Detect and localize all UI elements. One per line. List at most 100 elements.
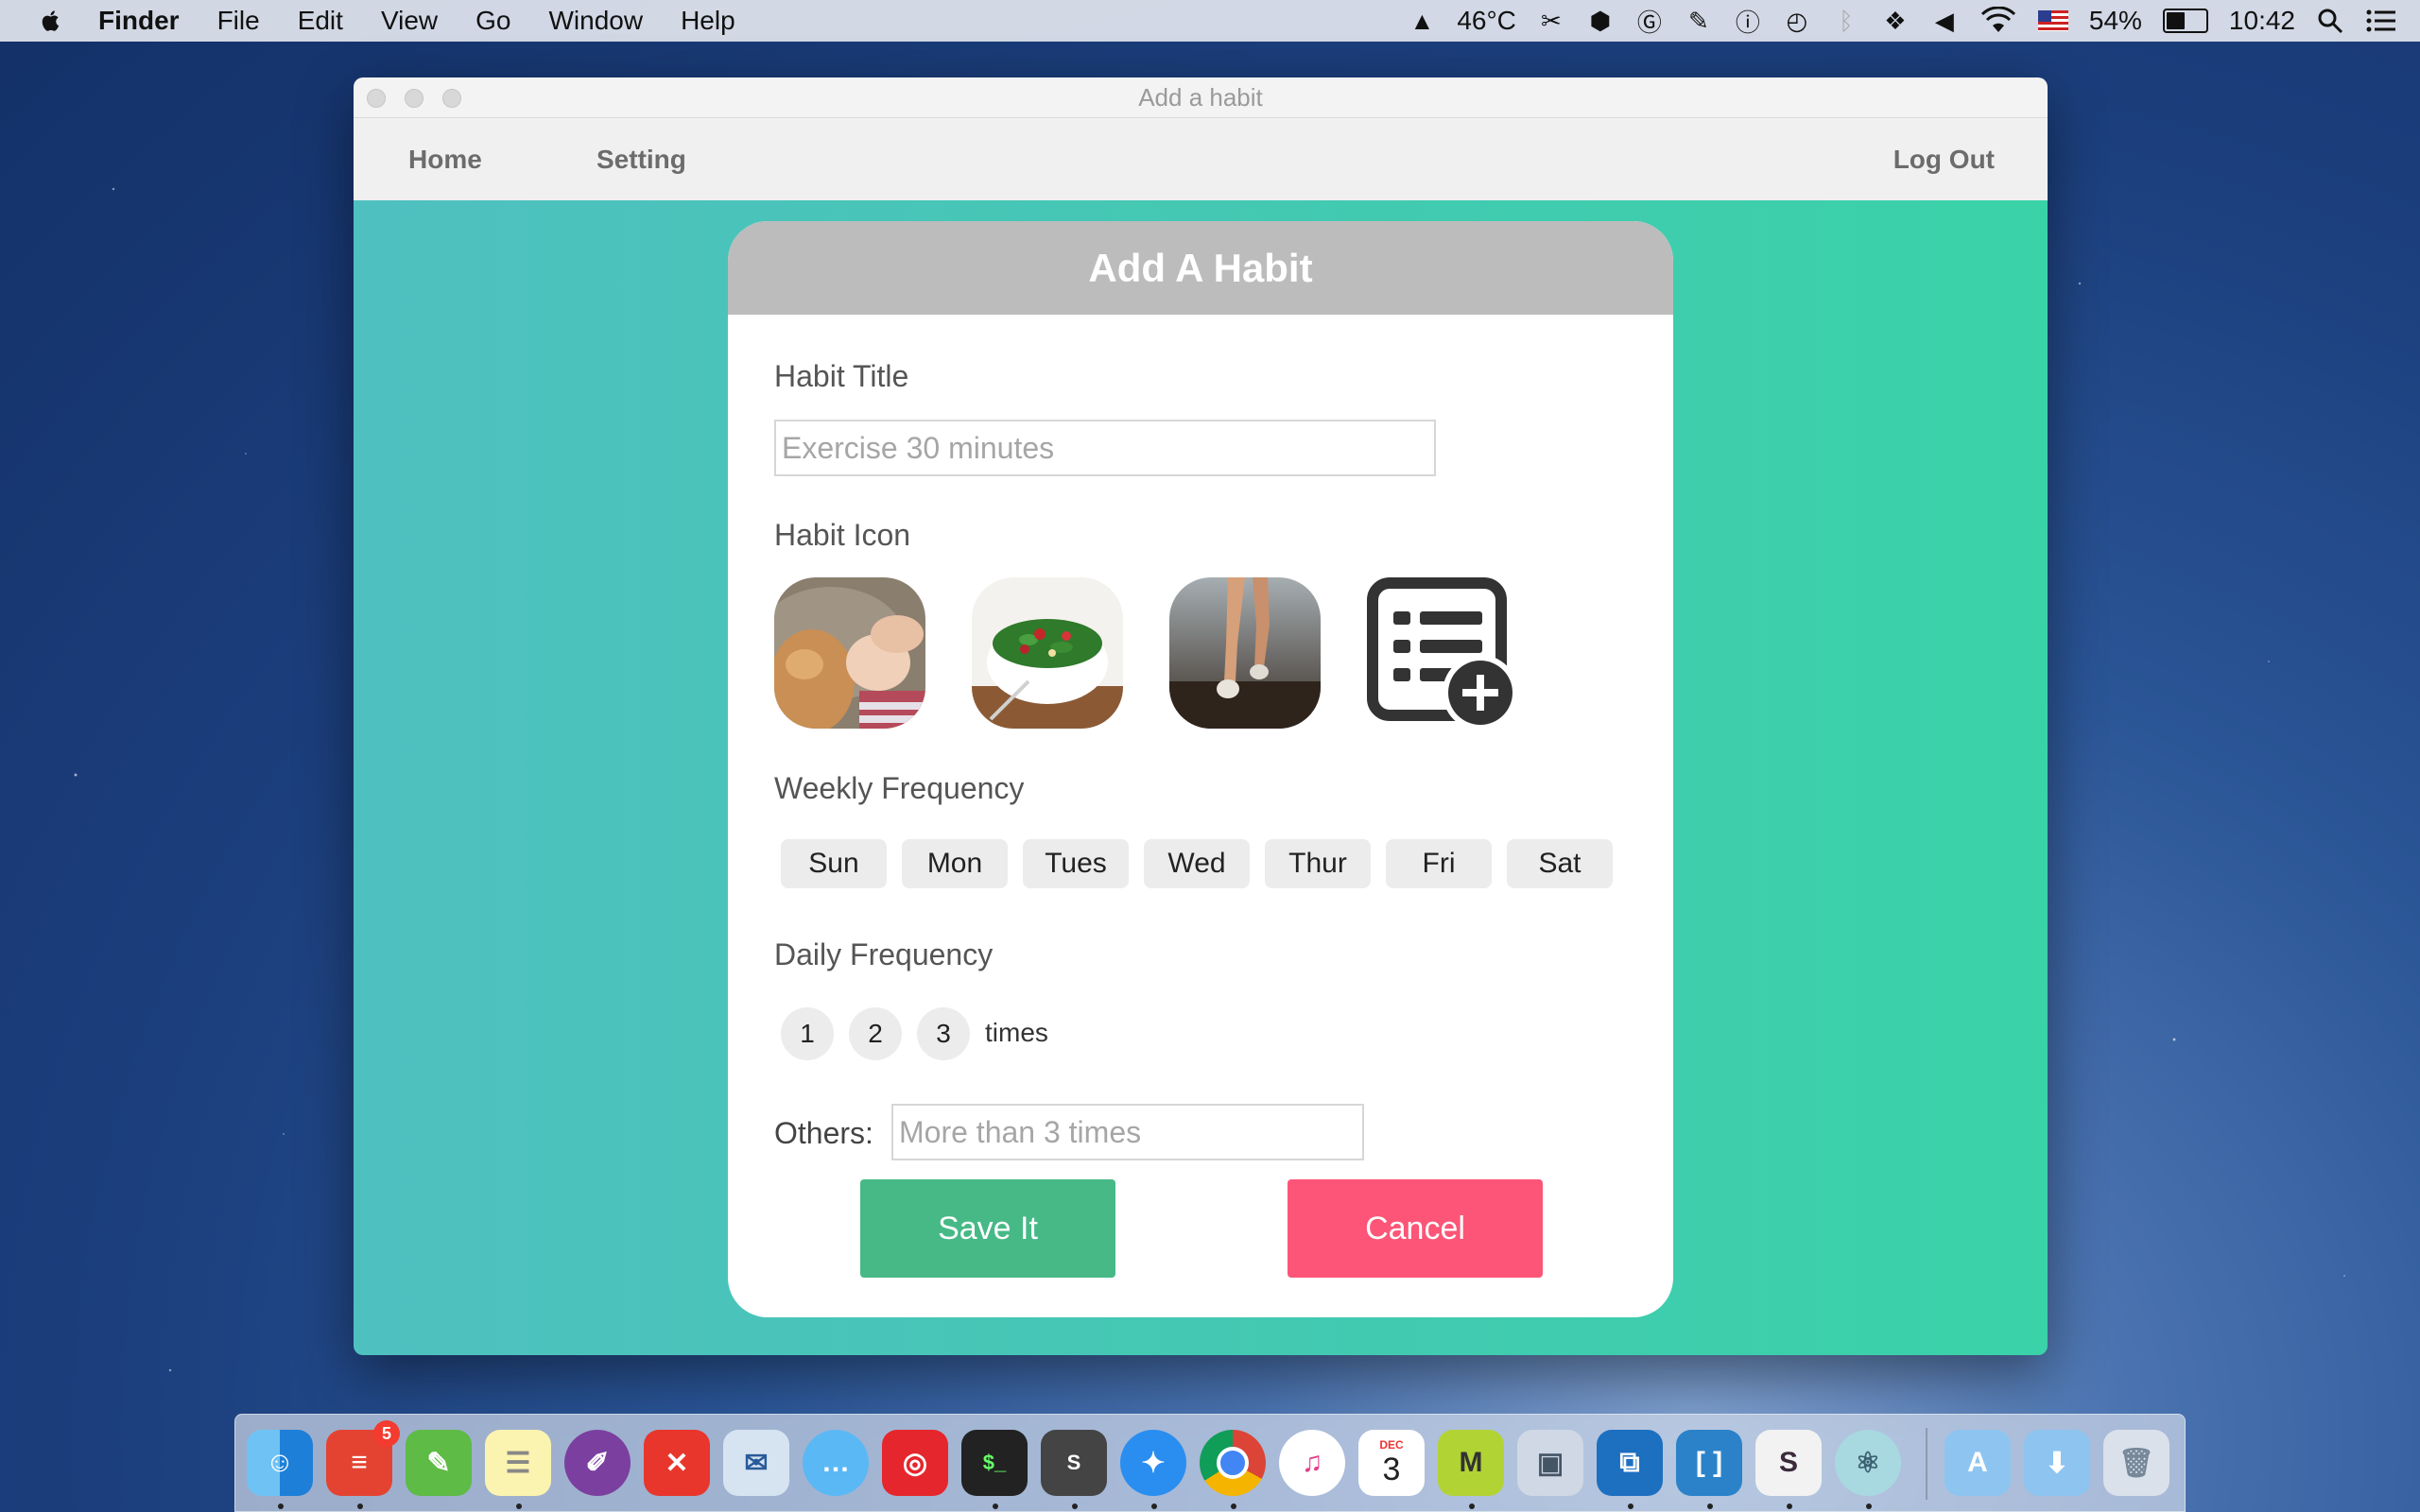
running-indicator bbox=[1707, 1503, 1713, 1509]
atom-icon[interactable]: ⚛ bbox=[1835, 1430, 1901, 1496]
bluetooth-icon[interactable]: ᛒ bbox=[1832, 7, 1860, 35]
minimize-window-button[interactable] bbox=[405, 89, 424, 108]
menu-bar: Finder File Edit View Go Window Help ▲ 4… bbox=[0, 0, 2420, 42]
trash-icon[interactable]: 🗑 bbox=[2103, 1430, 2169, 1496]
running-indicator bbox=[1469, 1503, 1475, 1509]
habit-title-input[interactable] bbox=[774, 420, 1436, 476]
info-icon[interactable]: ⓘ bbox=[1734, 7, 1762, 37]
save-button[interactable]: Save It bbox=[860, 1179, 1115, 1278]
cat-baby-photo-icon[interactable] bbox=[774, 577, 925, 729]
running-indicator bbox=[1866, 1503, 1872, 1509]
running-indicator bbox=[1151, 1503, 1157, 1509]
todoist-icon[interactable]: ≡ 5 bbox=[326, 1420, 400, 1496]
dropbox-icon[interactable]: ❖ bbox=[1881, 7, 1910, 35]
cancel-button[interactable]: Cancel bbox=[1288, 1179, 1543, 1278]
search-icon[interactable] bbox=[2316, 7, 2344, 35]
time-machine-icon[interactable]: ◴ bbox=[1783, 7, 1811, 35]
volume-icon[interactable]: ◀ bbox=[1930, 7, 1959, 35]
count-3[interactable]: 3 bbox=[917, 1007, 970, 1060]
running-indicator bbox=[1072, 1503, 1078, 1509]
title-bar[interactable]: Add a habit bbox=[354, 77, 2048, 118]
list-icon[interactable] bbox=[2365, 7, 2397, 35]
safari-icon[interactable]: ✦ bbox=[1120, 1430, 1186, 1496]
wifi-icon[interactable] bbox=[1979, 7, 2017, 35]
finder-icon[interactable]: ☺ bbox=[247, 1430, 313, 1496]
add-habit-card: Add A Habit Habit Title Habit Icon bbox=[728, 221, 1673, 1317]
mail-icon[interactable]: ✉ bbox=[723, 1430, 789, 1496]
onenote-icon[interactable]: ✐ bbox=[564, 1430, 631, 1496]
evernote-icon[interactable]: ✎ bbox=[1685, 7, 1713, 35]
mindnode-icon[interactable]: M bbox=[1438, 1430, 1504, 1496]
nav-bar: Home Setting Log Out bbox=[354, 118, 2048, 201]
card-title: Add A Habit bbox=[728, 221, 1673, 315]
times-label: times bbox=[985, 1018, 1048, 1047]
habit-title-label: Habit Title bbox=[774, 359, 909, 393]
menu-file[interactable]: File bbox=[217, 6, 260, 36]
running-legs-photo-icon[interactable] bbox=[1169, 577, 1321, 729]
count-2[interactable]: 2 bbox=[849, 1007, 902, 1060]
nav-logout[interactable]: Log Out bbox=[1893, 118, 1995, 200]
apple-icon[interactable] bbox=[38, 8, 64, 34]
applications-folder-icon[interactable]: A bbox=[1945, 1430, 2011, 1496]
notes-icon[interactable]: ☰ bbox=[485, 1430, 551, 1496]
slack-icon[interactable]: S bbox=[1755, 1430, 1822, 1496]
daily-frequency-label: Daily Frequency bbox=[774, 937, 994, 971]
us-flag-icon[interactable] bbox=[2037, 10, 2068, 31]
chrome-icon[interactable] bbox=[1200, 1430, 1266, 1496]
itunes-icon[interactable]: ♫ bbox=[1279, 1430, 1345, 1496]
close-window-button[interactable] bbox=[367, 89, 386, 108]
day-sun[interactable]: Sun bbox=[781, 839, 887, 888]
day-fri[interactable]: Fri bbox=[1386, 839, 1492, 888]
zoom-window-button[interactable] bbox=[442, 89, 461, 108]
todoist-badge: 5 bbox=[373, 1420, 400, 1447]
menu-app-name[interactable]: Finder bbox=[98, 6, 180, 36]
brackets-icon[interactable]: [ ] bbox=[1676, 1430, 1742, 1496]
running-indicator bbox=[1787, 1503, 1792, 1509]
evernote-icon[interactable]: ✎ bbox=[406, 1430, 472, 1496]
menu-view[interactable]: View bbox=[381, 6, 438, 36]
habit-icon-label: Habit Icon bbox=[774, 518, 911, 552]
day-wed[interactable]: Wed bbox=[1144, 839, 1250, 888]
battery-percent[interactable]: 54% bbox=[2089, 6, 2142, 36]
day-thur[interactable]: Thur bbox=[1265, 839, 1371, 888]
calendar-icon[interactable]: DEC 3 bbox=[1358, 1430, 1425, 1496]
menu-window[interactable]: Window bbox=[548, 6, 643, 36]
calendar-month: DEC bbox=[1379, 1437, 1404, 1452]
window-title: Add a habit bbox=[1138, 83, 1263, 112]
xmind-icon[interactable]: ✕ bbox=[644, 1430, 710, 1496]
day-sat[interactable]: Sat bbox=[1507, 839, 1613, 888]
downloads-folder-icon[interactable]: ⬇ bbox=[2024, 1430, 2090, 1496]
running-indicator bbox=[357, 1503, 363, 1509]
vmware-icon[interactable]: ⧉ bbox=[1597, 1430, 1663, 1496]
menu-go[interactable]: Go bbox=[475, 6, 510, 36]
app-window: Add a habit Home Setting Log Out Add A H… bbox=[354, 77, 2048, 1355]
others-input[interactable] bbox=[891, 1104, 1364, 1160]
temperature-readout[interactable]: 46°C bbox=[1457, 6, 1516, 36]
script-editor-icon[interactable]: S bbox=[1041, 1430, 1107, 1496]
circle-g-icon[interactable]: Ⓖ bbox=[1635, 7, 1664, 37]
drive-icon[interactable]: ▲ bbox=[1408, 7, 1436, 35]
salad-bowl-photo-icon[interactable] bbox=[972, 577, 1123, 729]
status-tray: ▲ 46°C ✂ ⬢ Ⓖ ✎ ⓘ ◴ ᛒ ❖ ◀ 54% 10:42 bbox=[1408, 0, 2397, 42]
day-tues[interactable]: Tues bbox=[1023, 839, 1129, 888]
dock-separator bbox=[1926, 1428, 1927, 1500]
day-mon[interactable]: Mon bbox=[902, 839, 1008, 888]
clock[interactable]: 10:42 bbox=[2229, 6, 2295, 36]
add-list-icon[interactable] bbox=[1367, 577, 1518, 730]
running-indicator bbox=[516, 1503, 522, 1509]
nav-setting[interactable]: Setting bbox=[596, 118, 686, 200]
messages-icon[interactable]: … bbox=[803, 1430, 869, 1496]
nav-home[interactable]: Home bbox=[408, 118, 482, 200]
terminal-icon[interactable]: $_ bbox=[961, 1430, 1028, 1496]
running-indicator bbox=[278, 1503, 284, 1509]
battery-icon[interactable] bbox=[2162, 9, 2208, 33]
netease-music-icon[interactable]: ◎ bbox=[882, 1430, 948, 1496]
dock: ☺ ≡ 5 ✎ ☰ ✐ ✕ ✉ … ◎ $_ S ✦ ♫ DEC 3 M ▣ ⧉ … bbox=[234, 1414, 2186, 1512]
menu-edit[interactable]: Edit bbox=[298, 6, 343, 36]
preview-icon[interactable]: ▣ bbox=[1517, 1430, 1583, 1496]
ethernet-icon[interactable]: ⬢ bbox=[1586, 7, 1615, 35]
running-indicator bbox=[993, 1503, 998, 1509]
menu-help[interactable]: Help bbox=[681, 6, 735, 36]
scissors-icon[interactable]: ✂ bbox=[1537, 7, 1565, 35]
count-1[interactable]: 1 bbox=[781, 1007, 834, 1060]
